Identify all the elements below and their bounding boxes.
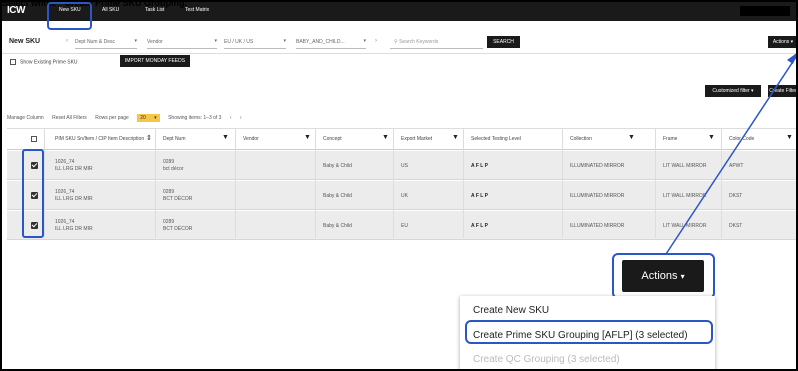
rows-per-page-select[interactable]: 20 ▾ (137, 114, 160, 122)
vendor-filter-select[interactable]: Vendor ▾ (147, 35, 217, 49)
rows-per-page-label: Rows per page (95, 115, 129, 121)
search-button[interactable]: SEARCH (487, 36, 520, 48)
import-monday-feeds-button[interactable]: IMPORT MONDAY FEEDS (120, 55, 190, 67)
filter-icon[interactable]: ▼ (708, 134, 715, 141)
show-existing-checkbox[interactable]: Show Existing Prime SKU (10, 59, 78, 65)
table-row[interactable]: 1026_74 ILL LRG DR MIR 0289 bct décor Baby… (7, 151, 796, 180)
header-collection[interactable]: Collection (570, 136, 592, 142)
cell-description: 1026_74 ILL LRG DR MIR (55, 219, 93, 232)
user-menu[interactable] (740, 6, 790, 16)
cell-concept: Baby & Child (323, 223, 352, 229)
chevron-right-icon[interactable]: › (375, 38, 377, 44)
customized-filter-button[interactable]: Customized filter ▾ (705, 85, 761, 97)
cell-testing-level: A F L P (471, 223, 488, 229)
cell-color-code: DKST (729, 223, 743, 229)
showing-items-text: Showing items: 1–3 of 3 (168, 115, 222, 121)
cell-frame: LIT WALL MIRROR (663, 193, 707, 199)
prev-page-icon[interactable]: ‹ (230, 115, 232, 121)
actions-button[interactable]: Actions ▾ (768, 36, 796, 48)
screenshot-frame: ICW New SKU All SKU Task List Test Matri… (0, 0, 798, 371)
new-sku-highlight (47, 2, 92, 30)
header-dept-num[interactable]: Dept Num (163, 136, 186, 142)
cell-market: EU (401, 223, 408, 229)
column-divider (315, 128, 316, 238)
filter-icon[interactable]: ▼ (786, 134, 793, 141)
cell-description: 1026_74 ILL LRG DR MIR (55, 189, 93, 202)
create-filter-button[interactable]: Create Filter (768, 85, 796, 97)
column-divider (463, 128, 464, 238)
checkbox-highlight (22, 149, 44, 238)
cell-collection: ILLUMINATED MIRROR (570, 223, 625, 229)
cell-frame: LIT WALL MIRROR (663, 163, 707, 169)
cell-dept: 0289 bct décor (163, 159, 184, 172)
column-divider (721, 128, 722, 238)
filter-icon[interactable]: ▼ (628, 134, 635, 141)
filter-icon[interactable]: ▼ (382, 134, 389, 141)
reset-filters-link[interactable]: Reset All Filters (52, 115, 87, 121)
next-page-icon[interactable]: › (240, 115, 242, 121)
cell-color-code: DKST (729, 193, 743, 199)
instruction-caption: Select whole - Create Prime SKU Grouping… (2, 0, 188, 8)
header-vendor[interactable]: Vendor (243, 136, 259, 142)
chevron-down-icon: ▾ (283, 38, 286, 44)
table-controls: Manage Column Reset All Filters Rows per… (7, 114, 249, 122)
chevron-down-icon: ▾ (214, 38, 217, 44)
cell-testing-level: A F L P (471, 193, 488, 199)
header-concept[interactable]: Concept (323, 136, 342, 142)
column-divider (655, 128, 656, 238)
header-export-market[interactable]: Export Market (401, 136, 432, 142)
chevron-left-icon[interactable]: ‹ (66, 38, 68, 44)
cell-market: US (401, 163, 408, 169)
cell-collection: ILLUMINATED MIRROR (570, 163, 625, 169)
sort-icon[interactable]: ⇕ (146, 134, 152, 142)
header-description[interactable]: PIM SKU Sn/Item / CIP Item Description (55, 136, 144, 142)
cell-color-code: APWT (729, 163, 744, 169)
sku-table: PIM SKU Sn/Item / CIP Item Description ⇕… (7, 128, 796, 240)
column-divider (44, 128, 45, 238)
menu-item-create-new-sku[interactable]: Create New SKU (473, 305, 549, 316)
column-divider (155, 128, 156, 238)
header-testing-level[interactable]: Selected Testing Level (471, 136, 521, 142)
cell-concept: Baby & Child (323, 193, 352, 199)
concept-filter-select[interactable]: BABY_AND_CHILD... ▾ (296, 35, 366, 49)
page-title: New SKU (9, 38, 41, 45)
cell-description: 1026_74 ILL LRG DR MIR (55, 159, 93, 172)
cell-market: UK (401, 193, 408, 199)
header-color-code[interactable]: Color Code (729, 136, 754, 142)
filter-icon[interactable]: ▼ (452, 134, 459, 141)
menu-item-create-qc-grouping: Create QC Grouping (3 selected) (473, 354, 620, 365)
header-frame[interactable]: Frame (663, 136, 677, 142)
column-divider (393, 128, 394, 238)
cell-frame: LIT WALL MIRROR (663, 223, 707, 229)
filter-icon[interactable]: ▼ (304, 134, 311, 141)
cell-concept: Baby & Child (323, 163, 352, 169)
table-row[interactable]: 1026_74 ILL LRG DR MIR 0289 BCT DÉCOR Baby… (7, 181, 796, 210)
cell-dept: 0289 BCT DÉCOR (163, 219, 193, 232)
market-filter-select[interactable]: EU / UK / US ▾ (224, 35, 286, 49)
select-all-checkbox[interactable] (31, 136, 37, 142)
table-row[interactable]: 1026_74 ILL LRG DR MIR 0289 BCT DÉCOR Baby… (7, 211, 796, 240)
column-divider (562, 128, 563, 238)
prime-sku-grouping-highlight (465, 320, 713, 344)
dept-filter-select[interactable]: Dept Num & Desc ▾ (75, 35, 137, 49)
manage-columns-link[interactable]: Manage Column (7, 115, 44, 121)
filter-icon[interactable]: ▼ (222, 134, 229, 141)
table-header-row: PIM SKU Sn/Item / CIP Item Description ⇕… (7, 129, 796, 150)
chevron-down-icon: ▾ (363, 38, 366, 44)
filter-toolbar: New SKU ‹ Dept Num & Desc ▾ Vendor ▾ EU / … (2, 30, 796, 54)
chevron-down-icon: ▾ (134, 38, 137, 44)
cell-collection: ILLUMINATED MIRROR (570, 193, 625, 199)
column-divider (235, 128, 236, 238)
search-input[interactable]: ⚲ Search Keywords (390, 35, 483, 49)
cell-testing-level: A F L P (471, 163, 488, 169)
cell-dept: 0289 BCT DÉCOR (163, 189, 193, 202)
actions-highlight (612, 253, 715, 299)
